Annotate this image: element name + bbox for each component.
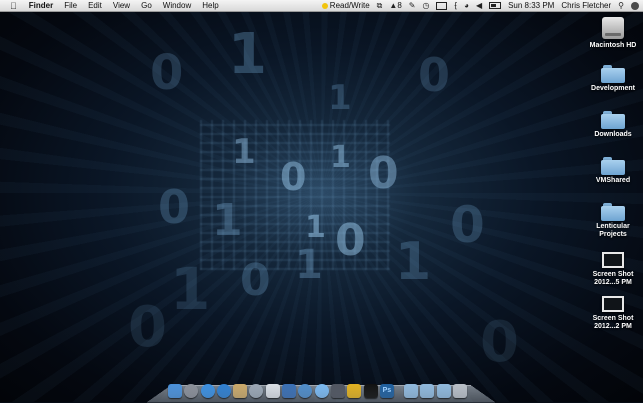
wallpaper-digit: 1 [232, 132, 256, 172]
wallpaper-digit: 1 [212, 195, 243, 246]
hard-drive-icon [602, 17, 624, 39]
wallpaper-digit: 0 [128, 295, 167, 360]
read-write-label: Read/Write [329, 1, 370, 10]
wallpaper-digit: 1 [395, 232, 432, 292]
preview-icon[interactable] [265, 384, 280, 398]
wallpaper-digit: 1 [328, 78, 352, 118]
wallpaper-digit: 0 [450, 196, 485, 254]
menu-window[interactable]: Window [163, 1, 191, 10]
wallpaper-digit: 0 [418, 48, 451, 102]
desktop-icon-label: Downloads [594, 131, 632, 138]
wallpaper-digit: 0 [368, 148, 399, 199]
airplay-icon[interactable] [436, 1, 448, 10]
user-avatar-icon[interactable] [631, 1, 639, 10]
evernote-icon[interactable]: ✎ [409, 1, 416, 10]
wallpaper-digit: 0 [158, 180, 191, 234]
camera-icon[interactable] [330, 384, 345, 398]
spotlight-search-icon[interactable]: ⚲ [618, 1, 624, 10]
wallpaper-digit: 1 [330, 140, 351, 175]
desktop-icon-lenticular-projects[interactable]: Lenticular Projects [583, 203, 643, 239]
wallpaper-digit: 1 [170, 255, 211, 323]
menu-edit[interactable]: Edit [88, 1, 102, 10]
documents-folder-icon[interactable] [420, 384, 435, 398]
apple-icon[interactable]:  [10, 1, 17, 11]
wallpaper-digit: 0 [240, 255, 271, 306]
menu-view[interactable]: View [113, 1, 130, 10]
desktop-icon-label: Lenticular Projects [596, 223, 630, 238]
wallpaper-digit: 0 [150, 45, 184, 101]
menu-help[interactable]: Help [202, 1, 218, 10]
desktop-icon-label: Screen Shot 2012...2 PM [592, 315, 634, 330]
wallpaper-digit: 1 [295, 242, 323, 288]
itunes-icon[interactable] [216, 384, 231, 398]
screenshot-file-icon [602, 252, 624, 268]
xcode-icon[interactable] [282, 384, 297, 398]
desktop-icon-screenshot-1[interactable]: Screen Shot 2012...5 PM [583, 252, 643, 287]
desktop-icon-label: VMShared [595, 177, 631, 184]
launchpad-icon[interactable] [184, 384, 199, 398]
wallpaper-digit: 0 [280, 155, 307, 199]
desktop-icon-label: Screen Shot 2012...5 PM [592, 271, 634, 286]
read-write-status[interactable]: Read/Write [321, 1, 370, 10]
clock[interactable]: Sun 8:33 PM [508, 1, 554, 10]
folder-icon [601, 111, 625, 129]
downloads-folder-icon[interactable] [436, 384, 451, 398]
menu-file[interactable]: File [64, 1, 77, 10]
wallpaper-digit: 1 [305, 210, 326, 245]
clipboard-icon[interactable]: ⧉ [377, 1, 383, 11]
volume-icon[interactable]: ◀ [476, 1, 482, 10]
battery-icon[interactable] [489, 2, 502, 9]
desktop-icon-label: Macintosh HD [589, 42, 637, 49]
photo-app-icon[interactable] [233, 384, 248, 398]
folder-icon [601, 65, 625, 83]
menu-go[interactable]: Go [141, 1, 152, 10]
desktop-icon-downloads[interactable]: Downloads [583, 111, 643, 139]
finder-icon[interactable] [168, 384, 182, 398]
wallpaper-digit: 0 [335, 215, 366, 266]
wifi-icon[interactable]: ◕ [464, 1, 469, 10]
bluetooth-icon[interactable]: ⹕ [454, 0, 457, 11]
adobe-count: 8 [397, 1, 402, 10]
user-name[interactable]: Chris Fletcher [561, 1, 611, 10]
photoshop-icon[interactable]: Ps [379, 384, 394, 398]
desktop-icon-macintosh-hd[interactable]: Macintosh HD [583, 17, 643, 50]
messages-icon[interactable] [314, 384, 329, 398]
dock: Ps [168, 380, 478, 398]
menu-app-name[interactable]: Finder [29, 1, 53, 10]
adobe-status[interactable]: ▲8 [389, 1, 401, 10]
wallpaper-digit: 1 [228, 22, 267, 87]
time-machine-icon[interactable]: ◷ [422, 1, 429, 10]
folder-icon [601, 157, 625, 175]
status-area: Read/Write ⧉ ▲8 ✎ ◷ ⹕ ◕ ◀ Sun 8:33 PM Ch… [315, 0, 639, 11]
menu-bar:  Finder File Edit View Go Window Help R… [0, 0, 643, 12]
system-utility-icon[interactable] [249, 384, 264, 398]
desktop-wallpaper: 1 0 0 1 1 0 1 0 0 1 1 0 0 0 1 1 1 0 0 [0, 0, 643, 402]
desktop-icon-vmshared[interactable]: VMShared [583, 157, 643, 185]
maps-icon[interactable] [298, 384, 313, 398]
desktop-icon-development[interactable]: Development [583, 65, 643, 93]
folder-icon [601, 203, 625, 221]
safari-icon[interactable] [200, 384, 215, 398]
desktop-icon-screenshot-2[interactable]: Screen Shot 2012...2 PM [583, 296, 643, 331]
applications-folder-icon[interactable] [404, 384, 419, 398]
terminal-icon[interactable] [363, 384, 378, 398]
screenshot-file-icon [602, 296, 624, 312]
yellow-dot-icon [321, 3, 328, 9]
desktop-icon-label: Development [591, 85, 635, 92]
trash-icon[interactable] [453, 384, 468, 398]
lyrics-app-icon[interactable] [347, 384, 362, 398]
wallpaper-digit: 0 [480, 310, 519, 375]
